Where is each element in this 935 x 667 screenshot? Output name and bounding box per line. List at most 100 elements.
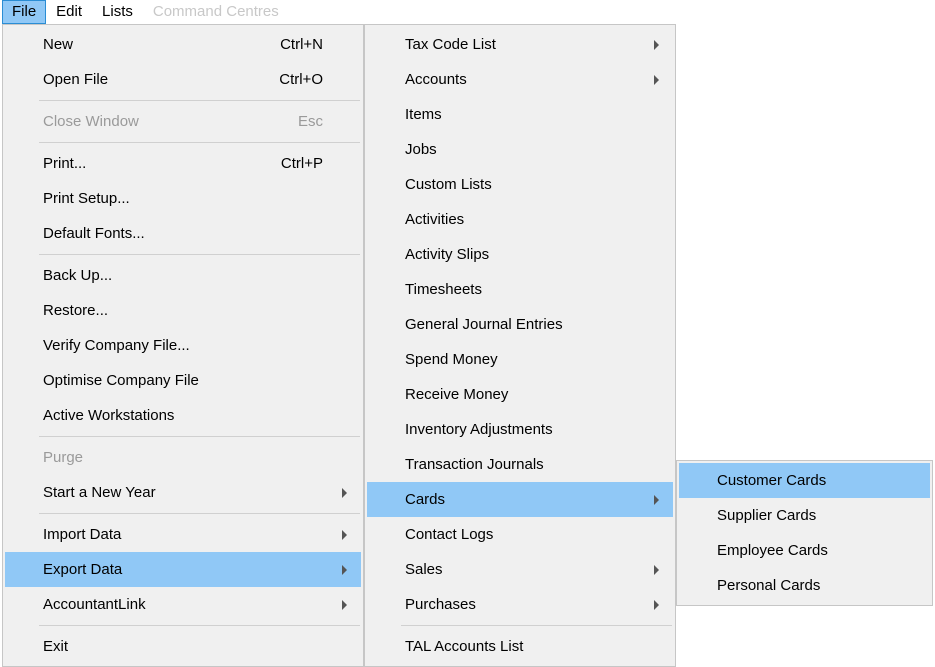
file-purge-label: Purge	[43, 449, 323, 466]
export-items-label: Items	[405, 106, 635, 123]
export-inventory-adjustments[interactable]: Inventory Adjustments	[367, 412, 673, 447]
chevron-right-icon	[654, 495, 659, 505]
menu-separator	[39, 100, 360, 101]
menu-separator	[39, 625, 360, 626]
export-sales-label: Sales	[405, 561, 635, 578]
export-activity-slips[interactable]: Activity Slips	[367, 237, 673, 272]
file-start-new-year[interactable]: Start a New Year	[5, 475, 361, 510]
file-new-label: New	[43, 36, 240, 53]
file-close-label: Close Window	[43, 113, 258, 130]
export-tax-code-list[interactable]: Tax Code List	[367, 27, 673, 62]
menubar: File Edit Lists Command Centres	[0, 0, 935, 24]
export-purchases-label: Purchases	[405, 596, 635, 613]
file-new[interactable]: New Ctrl+N	[5, 27, 361, 62]
chevron-right-icon	[342, 488, 347, 498]
menu-separator	[401, 625, 672, 626]
cards-customer-label: Customer Cards	[717, 472, 892, 489]
cards-personal-label: Personal Cards	[717, 577, 892, 594]
file-print[interactable]: Print... Ctrl+P	[5, 146, 361, 181]
menu-separator	[39, 436, 360, 437]
file-exit[interactable]: Exit	[5, 629, 361, 664]
export-contact-logs-label: Contact Logs	[405, 526, 635, 543]
menu-separator	[39, 142, 360, 143]
export-purchases[interactable]: Purchases	[367, 587, 673, 622]
export-gj-label: General Journal Entries	[405, 316, 635, 333]
file-start-year-label: Start a New Year	[43, 484, 323, 501]
export-tal-accounts-list[interactable]: TAL Accounts List	[367, 629, 673, 664]
file-accountantlink-label: AccountantLink	[43, 596, 323, 613]
export-sales[interactable]: Sales	[367, 552, 673, 587]
file-import-data[interactable]: Import Data	[5, 517, 361, 552]
cards-menu: Customer Cards Supplier Cards Employee C…	[676, 460, 933, 606]
export-inv-adj-label: Inventory Adjustments	[405, 421, 635, 438]
cards-personal[interactable]: Personal Cards	[679, 568, 930, 603]
chevron-right-icon	[342, 565, 347, 575]
export-general-journal[interactable]: General Journal Entries	[367, 307, 673, 342]
file-print-accel: Ctrl+P	[281, 155, 323, 172]
file-export-data[interactable]: Export Data	[5, 552, 361, 587]
file-backup[interactable]: Back Up...	[5, 258, 361, 293]
export-transaction-journals[interactable]: Transaction Journals	[367, 447, 673, 482]
file-restore-label: Restore...	[43, 302, 323, 319]
file-default-fonts[interactable]: Default Fonts...	[5, 216, 361, 251]
file-exit-label: Exit	[43, 638, 323, 655]
file-verify[interactable]: Verify Company File...	[5, 328, 361, 363]
menubar-command-centres[interactable]: Command Centres	[143, 0, 289, 24]
file-backup-label: Back Up...	[43, 267, 323, 284]
export-receive-label: Receive Money	[405, 386, 635, 403]
export-txn-journals-label: Transaction Journals	[405, 456, 635, 473]
export-spend-money[interactable]: Spend Money	[367, 342, 673, 377]
file-active-ws-label: Active Workstations	[43, 407, 323, 424]
file-open[interactable]: Open File Ctrl+O	[5, 62, 361, 97]
file-print-setup[interactable]: Print Setup...	[5, 181, 361, 216]
export-receive-money[interactable]: Receive Money	[367, 377, 673, 412]
file-close-window: Close Window Esc	[5, 104, 361, 139]
cards-employee-label: Employee Cards	[717, 542, 892, 559]
export-cards-label: Cards	[405, 491, 635, 508]
export-custom-lists[interactable]: Custom Lists	[367, 167, 673, 202]
file-accountantlink[interactable]: AccountantLink	[5, 587, 361, 622]
file-optimise-label: Optimise Company File	[43, 372, 323, 389]
chevron-right-icon	[654, 600, 659, 610]
file-print-setup-label: Print Setup...	[43, 190, 323, 207]
chevron-right-icon	[654, 75, 659, 85]
export-activities[interactable]: Activities	[367, 202, 673, 237]
cards-customer[interactable]: Customer Cards	[679, 463, 930, 498]
export-accounts[interactable]: Accounts	[367, 62, 673, 97]
file-restore[interactable]: Restore...	[5, 293, 361, 328]
export-taxcode-label: Tax Code List	[405, 36, 635, 53]
menubar-edit[interactable]: Edit	[46, 0, 92, 24]
file-active-workstations[interactable]: Active Workstations	[5, 398, 361, 433]
export-items[interactable]: Items	[367, 97, 673, 132]
file-purge: Purge	[5, 440, 361, 475]
file-optimise[interactable]: Optimise Company File	[5, 363, 361, 398]
menubar-file[interactable]: File	[2, 0, 46, 24]
file-default-fonts-label: Default Fonts...	[43, 225, 323, 242]
file-open-label: Open File	[43, 71, 239, 88]
export-jobs[interactable]: Jobs	[367, 132, 673, 167]
export-timesheets-label: Timesheets	[405, 281, 635, 298]
cards-employee[interactable]: Employee Cards	[679, 533, 930, 568]
export-contact-logs[interactable]: Contact Logs	[367, 517, 673, 552]
file-export-label: Export Data	[43, 561, 323, 578]
file-new-accel: Ctrl+N	[280, 36, 323, 53]
export-accounts-label: Accounts	[405, 71, 635, 88]
file-open-accel: Ctrl+O	[279, 71, 323, 88]
menubar-lists[interactable]: Lists	[92, 0, 143, 24]
export-tal-label: TAL Accounts List	[405, 638, 635, 655]
export-timesheets[interactable]: Timesheets	[367, 272, 673, 307]
cards-supplier-label: Supplier Cards	[717, 507, 892, 524]
menu-separator	[39, 513, 360, 514]
export-activity-slips-label: Activity Slips	[405, 246, 635, 263]
file-import-label: Import Data	[43, 526, 323, 543]
export-spend-label: Spend Money	[405, 351, 635, 368]
file-print-label: Print...	[43, 155, 241, 172]
export-jobs-label: Jobs	[405, 141, 635, 158]
export-activities-label: Activities	[405, 211, 635, 228]
chevron-right-icon	[654, 565, 659, 575]
chevron-right-icon	[654, 40, 659, 50]
chevron-right-icon	[342, 600, 347, 610]
cards-supplier[interactable]: Supplier Cards	[679, 498, 930, 533]
export-cards[interactable]: Cards	[367, 482, 673, 517]
export-custom-lists-label: Custom Lists	[405, 176, 635, 193]
